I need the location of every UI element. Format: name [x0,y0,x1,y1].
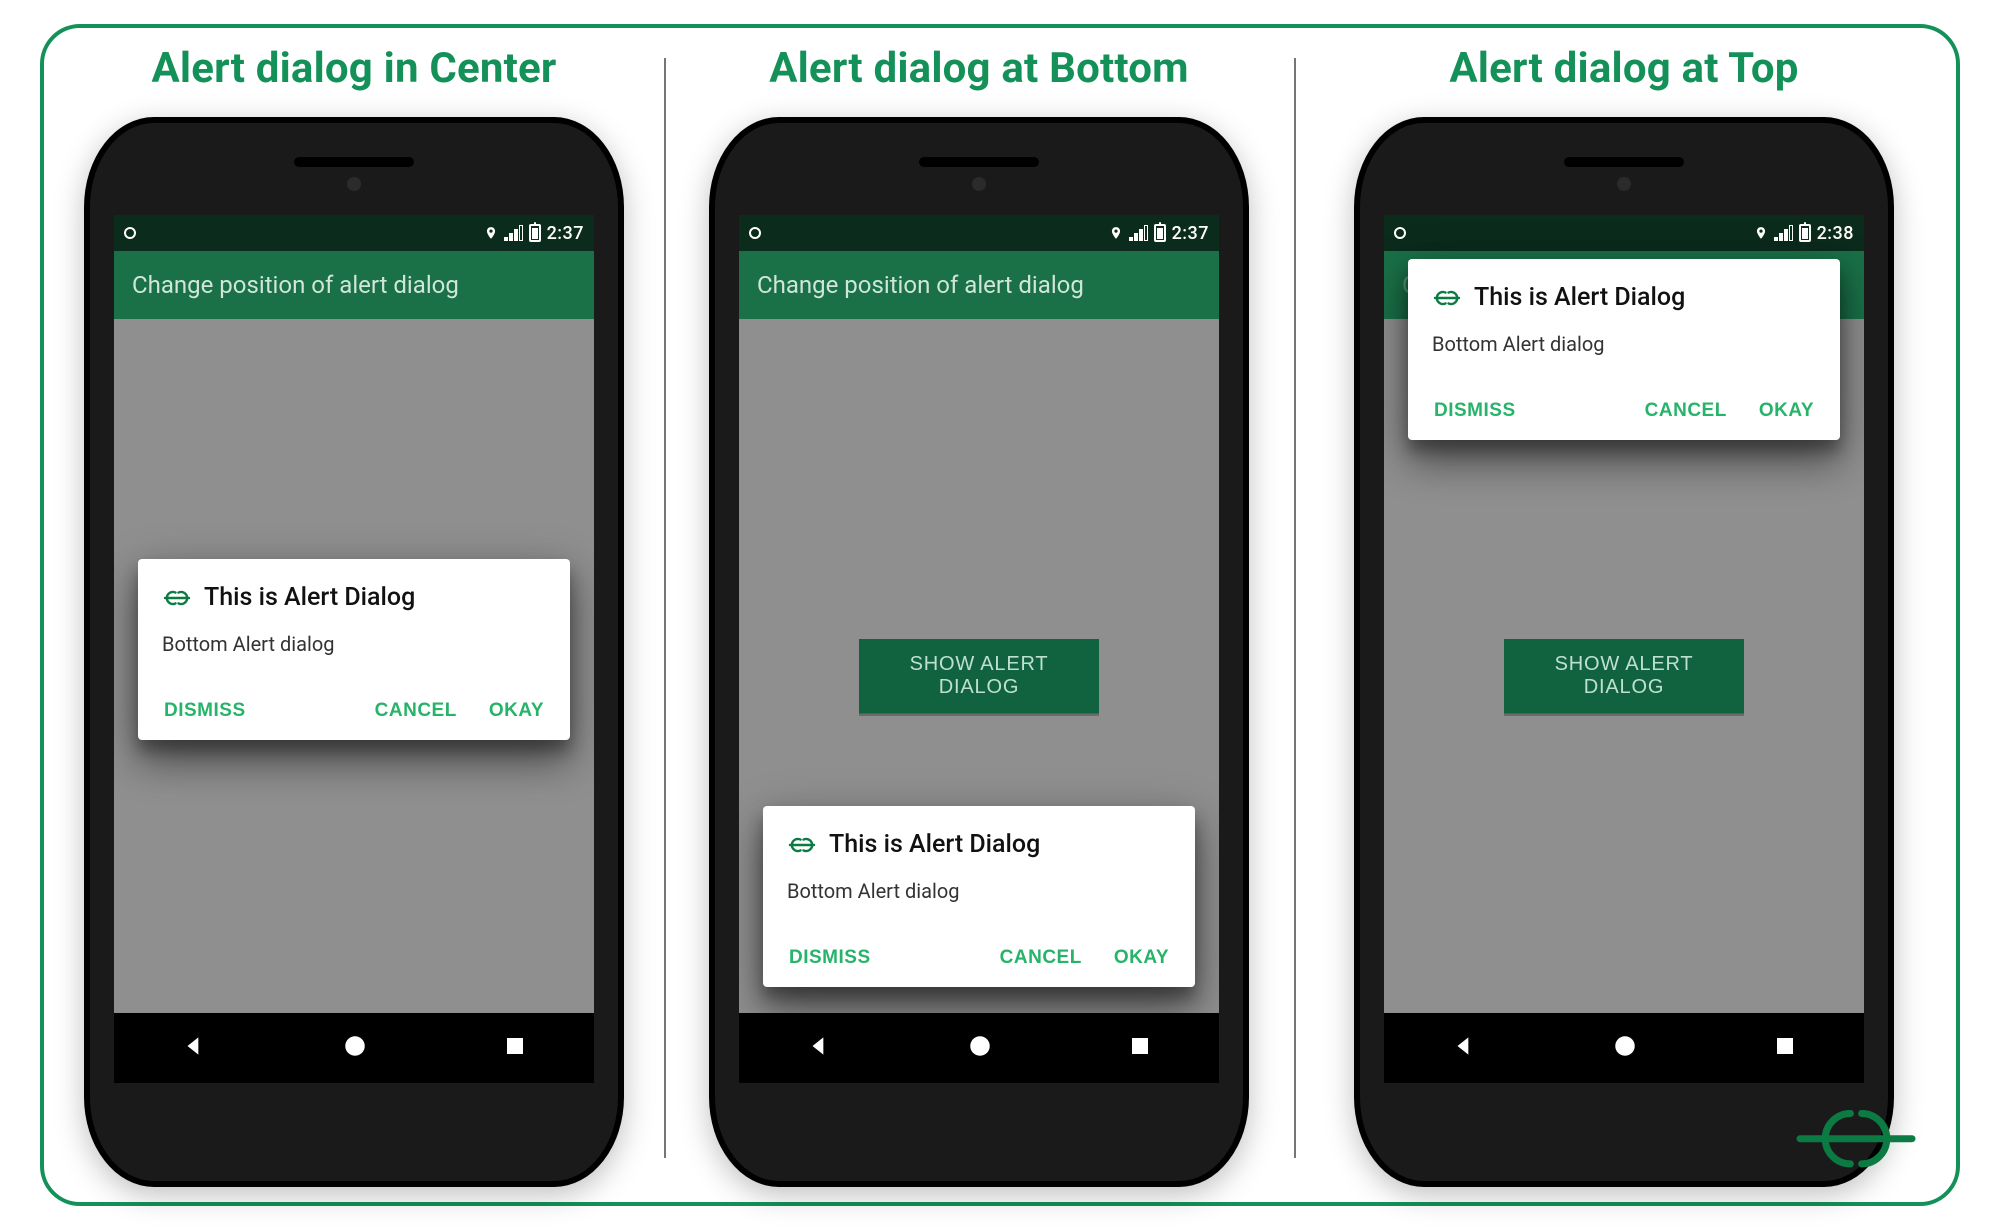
heading-bottom: Alert dialog at Bottom [769,44,1189,93]
column-top: Alert dialog at Top 2:38 Chan [1294,28,1954,1202]
status-bar: 2:37 [114,215,594,251]
gfg-icon [1432,286,1462,310]
phone-device: 2:38 Change position of alert dialog SHO… [1354,117,1894,1187]
dialog-title: This is Alert Dialog [1474,283,1685,312]
dismiss-button[interactable]: DISMISS [162,692,248,730]
gfg-logo-icon [1786,1098,1926,1182]
okay-button[interactable]: OKAY [1757,392,1816,430]
app-title: Change position of alert dialog [132,271,459,299]
okay-button[interactable]: OKAY [1112,939,1171,977]
status-clock: 2:38 [1817,223,1854,244]
alert-dialog: This is Alert Dialog Bottom Alert dialog… [138,559,570,740]
phone-screen: 2:38 Change position of alert dialog SHO… [1384,215,1864,1083]
location-icon [484,224,498,242]
nav-back-icon[interactable] [181,1033,207,1063]
app-content: This is Alert Dialog Bottom Alert dialog… [114,319,594,1013]
app-bar: Change position of alert dialog [739,251,1219,319]
phone-screen: 2:37 Change position of alert dialog Thi… [114,215,594,1083]
app-bar: Change position of alert dialog [114,251,594,319]
app-content: SHOW ALERT DIALOG This is Alert Dialog B… [1384,319,1864,1013]
dialog-title: This is Alert Dialog [204,583,415,612]
android-nav-bar [1384,1013,1864,1083]
location-icon [1109,224,1123,242]
dialog-message: Bottom Alert dialog [787,879,1171,903]
signal-icon [1774,225,1793,241]
phone-camera [347,177,361,191]
dialog-title: This is Alert Dialog [829,830,1040,859]
nav-recents-icon[interactable] [503,1034,527,1062]
alert-dialog: This is Alert Dialog Bottom Alert dialog… [1408,259,1840,440]
okay-button[interactable]: OKAY [487,692,546,730]
phone-screen: 2:37 Change position of alert dialog SHO… [739,215,1219,1083]
status-clock: 2:37 [1172,223,1209,244]
status-dot-icon [749,227,761,239]
heading-top: Alert dialog at Top [1449,44,1798,93]
signal-icon [1129,225,1148,241]
location-icon [1754,224,1768,242]
dismiss-button[interactable]: DISMISS [1432,392,1518,430]
alert-dialog: This is Alert Dialog Bottom Alert dialog… [763,806,1195,987]
signal-icon [504,225,523,241]
cancel-button[interactable]: CANCEL [1643,392,1729,430]
nav-back-icon[interactable] [1451,1033,1477,1063]
app-title: Change position of alert dialog [757,271,1084,299]
phone-device: 2:37 Change position of alert dialog SHO… [709,117,1249,1187]
nav-recents-icon[interactable] [1773,1034,1797,1062]
battery-icon [1154,224,1166,242]
nav-home-icon[interactable] [342,1033,368,1063]
status-clock: 2:37 [547,223,584,244]
dialog-message: Bottom Alert dialog [1432,332,1816,356]
status-dot-icon [1394,227,1406,239]
status-dot-icon [124,227,136,239]
comparison-card: Alert dialog in Center 2:37 C [40,24,1960,1206]
status-bar: 2:37 [739,215,1219,251]
show-alert-button[interactable]: SHOW ALERT DIALOG [859,639,1099,713]
android-nav-bar [114,1013,594,1083]
heading-center: Alert dialog in Center [151,44,556,93]
phone-camera [972,177,986,191]
gfg-icon [787,833,817,857]
app-content: SHOW ALERT DIALOG This is Alert Dialog B… [739,319,1219,1013]
show-alert-button[interactable]: SHOW ALERT DIALOG [1504,639,1744,713]
cancel-button[interactable]: CANCEL [998,939,1084,977]
phone-device: 2:37 Change position of alert dialog Thi… [84,117,624,1187]
cancel-button[interactable]: CANCEL [373,692,459,730]
gfg-icon [162,586,192,610]
android-nav-bar [739,1013,1219,1083]
nav-recents-icon[interactable] [1128,1034,1152,1062]
battery-icon [529,224,541,242]
phone-camera [1617,177,1631,191]
nav-home-icon[interactable] [967,1033,993,1063]
nav-home-icon[interactable] [1612,1033,1638,1063]
status-bar: 2:38 [1384,215,1864,251]
column-bottom: Alert dialog at Bottom 2:37 C [664,28,1294,1202]
column-center: Alert dialog in Center 2:37 C [44,28,664,1202]
nav-back-icon[interactable] [806,1033,832,1063]
battery-icon [1799,224,1811,242]
dialog-message: Bottom Alert dialog [162,632,546,656]
dismiss-button[interactable]: DISMISS [787,939,873,977]
